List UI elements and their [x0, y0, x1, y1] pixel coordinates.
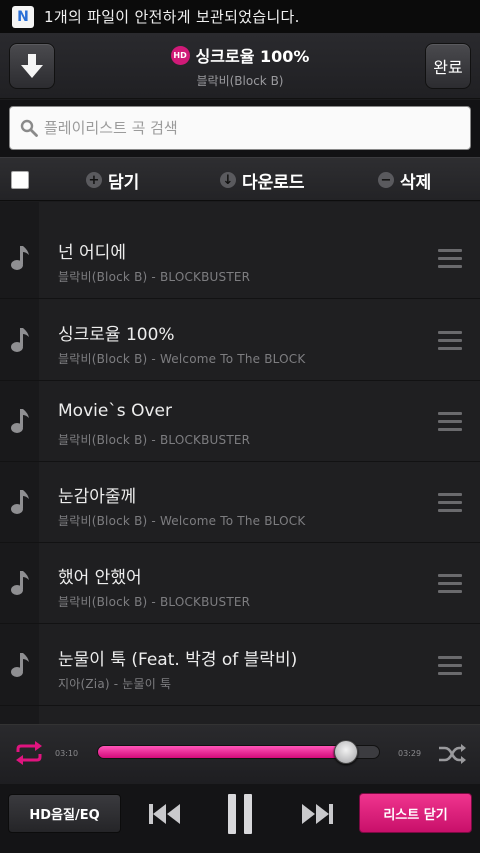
list-item[interactable]: Movie`s Over 블락비(Block B) - BLOCKBUSTER	[0, 381, 480, 462]
skip-previous-icon	[149, 804, 180, 824]
music-note-icon	[11, 409, 29, 433]
music-note-icon	[11, 246, 29, 270]
shuffle-icon[interactable]	[438, 743, 466, 765]
track-subtitle: 블락비(Block B) - BLOCKBUSTER	[58, 270, 251, 284]
minus-icon: −	[378, 172, 394, 188]
drag-handle-icon[interactable]	[438, 493, 462, 513]
track-title: 싱크로율 100%	[58, 325, 175, 345]
song-info: HD 싱크로율 100% 블락비(Block B)	[100, 43, 380, 89]
download-button[interactable]	[9, 43, 55, 89]
notification-message: 1개의 파일이 안전하게 보관되었습니다.	[44, 8, 300, 26]
song-artist: 블락비(Block B)	[196, 74, 284, 88]
seek-thumb[interactable]	[334, 740, 359, 764]
skip-next-icon	[302, 804, 333, 824]
music-note-icon	[11, 571, 29, 595]
list-item[interactable]: 눈물이 툭 (Feat. 박경 of 블락비) 지아(Zia) - 눈물이 툭	[0, 625, 480, 706]
delete-button[interactable]: − 삭제	[378, 158, 431, 202]
drag-handle-icon[interactable]	[438, 331, 462, 351]
arrow-down-icon	[21, 54, 43, 78]
download-icon: ↓	[220, 172, 236, 188]
repeat-icon[interactable]	[14, 741, 44, 765]
list-item[interactable]: 넌 어디에 블락비(Block B) - BLOCKBUSTER	[0, 218, 480, 299]
playlist: 넌 어디에 블락비(Block B) - BLOCKBUSTER 싱크로율 10…	[0, 202, 480, 724]
add-button[interactable]: + 담기	[86, 158, 139, 202]
track-title: 했어 안했어	[58, 568, 142, 588]
player-controls: HD음질/EQ 리스트 닫기	[0, 784, 480, 853]
next-button[interactable]	[300, 793, 334, 835]
track-subtitle: 지아(Zia) - 눈물이 툭	[58, 677, 172, 691]
delete-label: 삭제	[400, 172, 432, 193]
track-title: 눈감아줄께	[58, 487, 137, 507]
music-note-icon	[11, 328, 29, 352]
pause-icon	[228, 794, 252, 834]
download-label: 다운로드	[242, 172, 305, 193]
list-item[interactable]: 했어 안했어 블락비(Block B) - BLOCKBUSTER	[0, 543, 480, 624]
notification-app-icon: N	[12, 5, 34, 28]
close-list-button[interactable]: 리스트 닫기	[359, 793, 472, 833]
playback-progress: 03:10 03:29	[0, 724, 480, 784]
current-time: 03:10	[55, 749, 79, 758]
drag-handle-icon[interactable]	[438, 574, 462, 594]
now-playing-header: HD 싱크로율 100% 블락비(Block B) 완료	[0, 33, 480, 99]
drag-handle-icon[interactable]	[438, 656, 462, 676]
search-box[interactable]	[9, 106, 471, 150]
seek-bar-fill	[98, 746, 346, 758]
done-button[interactable]: 완료	[425, 43, 471, 89]
add-label: 담기	[108, 172, 140, 193]
pause-button[interactable]	[224, 793, 256, 835]
track-title: 눈물이 툭 (Feat. 박경 of 블락비)	[58, 650, 298, 670]
list-item[interactable]: 싱크로율 100% 블락비(Block B) - Welcome To The …	[0, 300, 480, 381]
track-title: Movie`s Over	[58, 401, 172, 421]
select-all-checkbox[interactable]	[11, 171, 29, 189]
drag-handle-icon[interactable]	[438, 412, 462, 432]
track-title: 넌 어디에	[58, 243, 126, 263]
track-subtitle: 블락비(Block B) - Welcome To The BLOCK	[58, 352, 306, 366]
previous-button[interactable]	[148, 793, 182, 835]
song-title: 싱크로율 100%	[195, 47, 310, 66]
track-subtitle: 블락비(Block B) - Welcome To The BLOCK	[58, 514, 306, 528]
track-subtitle: 블락비(Block B) - BLOCKBUSTER	[58, 595, 251, 609]
download-selected-button[interactable]: ↓ 다운로드	[220, 158, 305, 202]
search-input[interactable]	[44, 119, 444, 137]
music-note-icon	[11, 653, 29, 677]
music-note-icon	[11, 490, 29, 514]
drag-handle-icon[interactable]	[438, 249, 462, 269]
track-subtitle: 블락비(Block B) - BLOCKBUSTER	[58, 433, 251, 447]
plus-icon: +	[86, 172, 102, 188]
list-item[interactable]: 눈감아줄께 블락비(Block B) - Welcome To The BLOC…	[0, 462, 480, 543]
hd-eq-button[interactable]: HD음질/EQ	[8, 794, 121, 833]
search-icon	[20, 119, 38, 137]
search-area	[0, 100, 480, 157]
status-bar: N 1개의 파일이 안전하게 보관되었습니다.	[0, 0, 480, 33]
hd-badge: HD	[170, 45, 190, 65]
action-bar: + 담기 ↓ 다운로드 − 삭제	[0, 157, 480, 201]
total-time: 03:29	[398, 749, 422, 758]
